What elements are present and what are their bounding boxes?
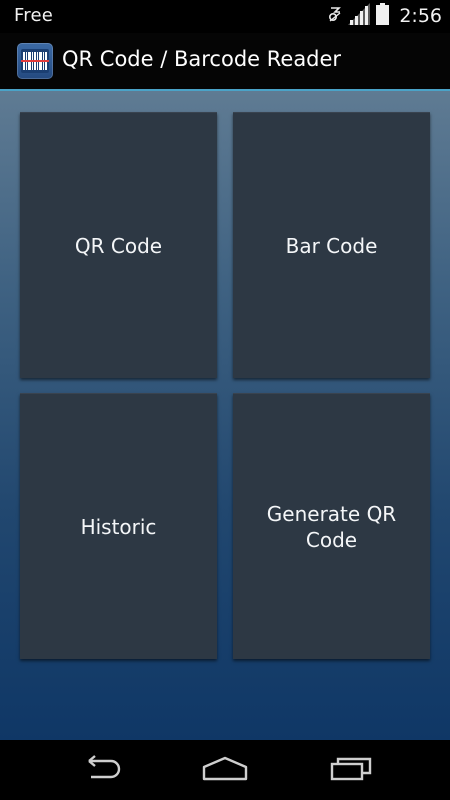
recent-apps-button[interactable]	[321, 752, 381, 788]
back-icon	[77, 755, 123, 785]
action-bar: QR Code / Barcode Reader	[0, 33, 450, 91]
app-screen: Free 2:56 QR Code / Barcode Reader QR Co…	[0, 0, 450, 800]
qr-code-button-label: QR Code	[74, 233, 163, 258]
carrier-label: Free	[14, 5, 53, 26]
status-icons: 2:56	[328, 2, 442, 30]
main-content: QR Code Bar Code Historic Generate QR Co…	[0, 91, 450, 740]
bar-code-button-label: Bar Code	[285, 233, 378, 258]
generate-qr-code-button[interactable]: Generate QR Code	[233, 393, 430, 659]
data-sync-icon	[328, 5, 342, 27]
signal-icon	[348, 3, 371, 29]
home-icon	[200, 755, 250, 785]
barcode-app-icon[interactable]	[17, 43, 53, 79]
recent-apps-icon	[328, 755, 374, 785]
status-bar: Free 2:56	[0, 0, 450, 33]
bar-code-button[interactable]: Bar Code	[233, 112, 430, 378]
historic-button[interactable]: Historic	[20, 393, 217, 659]
back-button[interactable]	[70, 752, 130, 788]
battery-icon	[376, 3, 390, 29]
qr-code-button[interactable]: QR Code	[20, 112, 217, 378]
generate-qr-code-button-label: Generate QR Code	[266, 501, 397, 552]
historic-button-label: Historic	[80, 514, 157, 539]
home-button[interactable]	[195, 752, 255, 788]
navigation-bar	[0, 740, 450, 800]
status-time: 2:56	[399, 5, 442, 27]
app-title: QR Code / Barcode Reader	[62, 47, 342, 71]
